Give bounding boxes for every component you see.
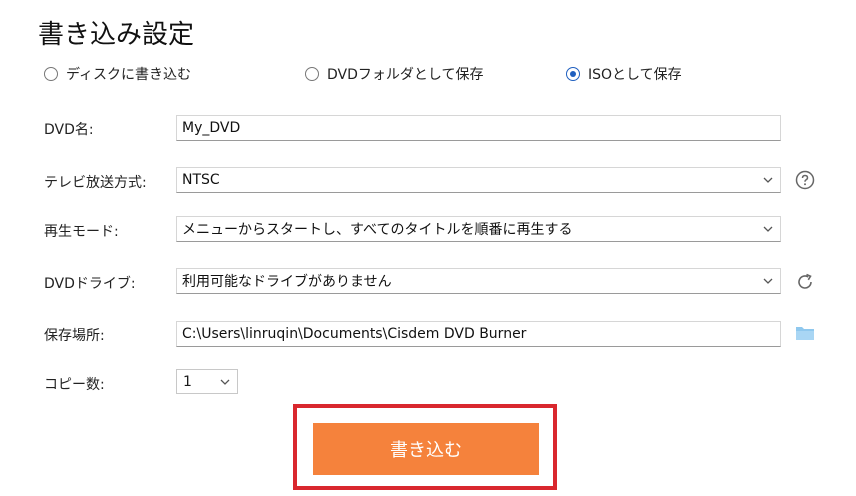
option-write-to-disc[interactable]: ディスクに書き込む <box>44 64 191 84</box>
radio-save-as-dvd-folder[interactable] <box>305 67 319 81</box>
play-mode-value: メニューからスタートし、すべてのタイトルを順番に再生する <box>182 222 573 238</box>
tv-system-value: NTSC <box>182 172 220 188</box>
play-mode-label: 再生モード: <box>44 224 119 240</box>
copies-label: コピー数: <box>44 377 105 393</box>
refresh-icon[interactable] <box>795 272 815 292</box>
option-save-as-iso[interactable]: ISOとして保存 <box>566 64 682 84</box>
dvd-name-label: DVD名: <box>44 122 94 138</box>
tv-system-select[interactable]: NTSC <box>176 167 781 193</box>
chevron-down-icon <box>220 379 230 385</box>
dvd-drive-label: DVDドライブ: <box>44 276 136 292</box>
chevron-down-icon <box>763 278 773 284</box>
question-circle-icon[interactable] <box>795 170 815 190</box>
option-save-as-dvd-folder[interactable]: DVDフォルダとして保存 <box>305 64 483 84</box>
save-location-value: C:\Users\linruqin\Documents\Cisdem DVD B… <box>182 326 527 342</box>
chevron-down-icon <box>763 226 773 232</box>
dvd-drive-select[interactable]: 利用可能なドライブがありません <box>176 268 781 294</box>
copies-value: 1 <box>183 373 192 390</box>
save-location-label: 保存場所: <box>44 328 105 344</box>
burn-button[interactable]: 書き込む <box>313 423 539 475</box>
copies-select[interactable]: 1 <box>176 369 238 394</box>
radio-save-as-iso[interactable] <box>566 67 580 81</box>
radio-write-to-disc[interactable] <box>44 67 58 81</box>
play-mode-select[interactable]: メニューからスタートし、すべてのタイトルを順番に再生する <box>176 216 781 242</box>
folder-icon[interactable] <box>795 323 815 343</box>
dvd-name-value: My_DVD <box>182 120 241 136</box>
page-title: 書き込み設定 <box>38 20 195 50</box>
option-label: ディスクに書き込む <box>66 67 192 83</box>
save-location-input[interactable]: C:\Users\linruqin\Documents\Cisdem DVD B… <box>176 321 781 347</box>
option-label: ISOとして保存 <box>588 67 682 83</box>
chevron-down-icon <box>763 177 773 183</box>
option-label: DVDフォルダとして保存 <box>327 67 484 83</box>
dvd-drive-value: 利用可能なドライブがありません <box>182 274 392 290</box>
dvd-name-input[interactable]: My_DVD <box>176 115 781 141</box>
tv-system-label: テレビ放送方式: <box>44 175 147 191</box>
